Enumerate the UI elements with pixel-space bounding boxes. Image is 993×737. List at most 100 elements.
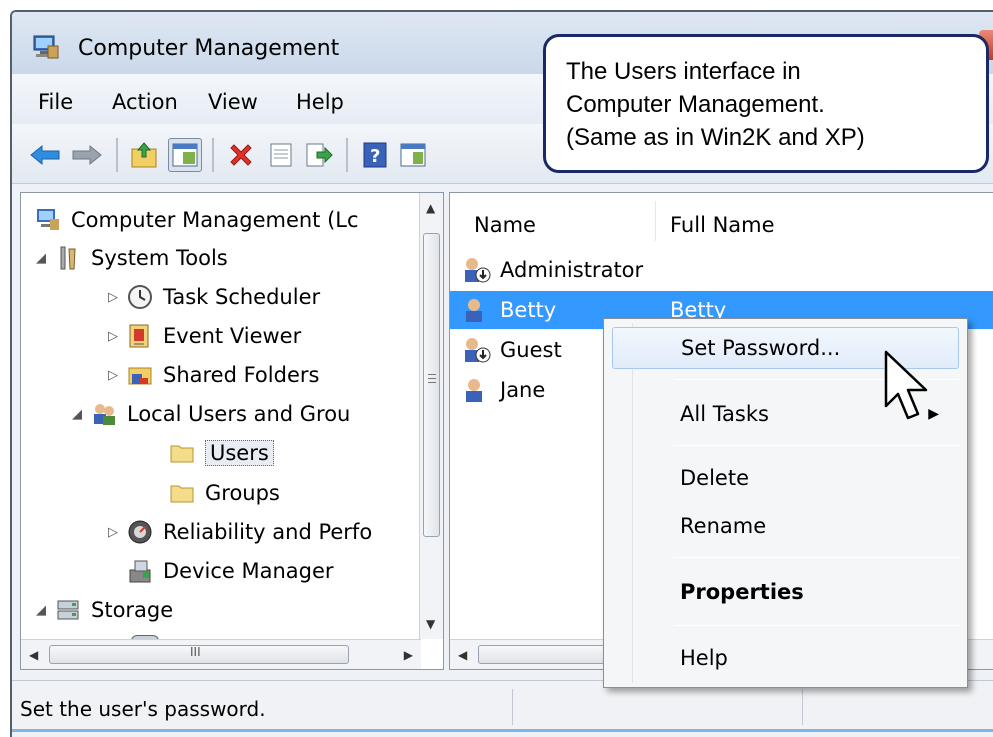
menu-item-label: Set Password... bbox=[681, 336, 841, 360]
column-divider[interactable] bbox=[655, 201, 656, 241]
toolbar-separator bbox=[212, 138, 214, 172]
tree-item-groups[interactable]: Groups bbox=[169, 480, 280, 506]
scroll-right-icon[interactable]: ▶ bbox=[404, 648, 413, 662]
context-menu-gutter bbox=[632, 323, 633, 683]
tree-item-storage[interactable]: ◢ Storage bbox=[33, 597, 173, 623]
status-text: Set the user's password. bbox=[20, 697, 266, 721]
tree-item-users[interactable]: Users bbox=[169, 440, 274, 466]
show-hide-tree-icon[interactable] bbox=[168, 138, 202, 172]
callout-note: The Users interface in Computer Manageme… bbox=[543, 34, 989, 173]
callout-line: Computer Management. bbox=[566, 91, 825, 118]
status-divider bbox=[512, 689, 513, 725]
window-bottom-edge bbox=[12, 729, 993, 732]
column-header-name[interactable]: Name bbox=[474, 213, 536, 237]
menu-help[interactable]: Help bbox=[296, 90, 344, 114]
tree-horizontal-scroll-thumb[interactable]: III bbox=[49, 645, 349, 664]
help-icon[interactable]: ? bbox=[358, 138, 392, 172]
tree-item-label: Storage bbox=[91, 598, 174, 622]
scroll-left-icon[interactable]: ◀ bbox=[458, 648, 467, 662]
delete-icon[interactable] bbox=[224, 138, 258, 172]
menu-item-label: Rename bbox=[680, 514, 767, 538]
console-tree[interactable]: Computer Management (Lc ◢ System Tools ▷… bbox=[20, 192, 444, 670]
user-icon bbox=[466, 379, 482, 402]
tree-item-label: Local Users and Grou bbox=[127, 402, 351, 426]
toolbar-separator bbox=[346, 138, 348, 172]
tree-item-label: System Tools bbox=[91, 246, 228, 270]
menu-item-properties[interactable]: Properties bbox=[612, 571, 959, 613]
user-name: Betty bbox=[500, 298, 557, 322]
up-folder-icon[interactable] bbox=[128, 138, 162, 172]
properties-icon[interactable] bbox=[264, 138, 298, 172]
tree-item-label: Computer Management (Lc bbox=[71, 208, 359, 232]
tree-vertical-scroll-thumb[interactable] bbox=[423, 233, 440, 537]
device-manager-icon bbox=[129, 560, 151, 583]
list-horizontal-scroll-thumb[interactable] bbox=[478, 645, 618, 664]
export-icon[interactable] bbox=[302, 138, 336, 172]
collapsed-arrow-icon[interactable]: ▷ bbox=[105, 525, 121, 540]
menu-item-delete[interactable]: Delete bbox=[612, 457, 959, 499]
callout-line: (Same as in Win2K and XP) bbox=[566, 124, 865, 151]
user-icon bbox=[466, 299, 482, 322]
user-row-administrator[interactable]: Administrator bbox=[450, 251, 993, 289]
back-icon[interactable] bbox=[28, 138, 62, 172]
expanded-arrow-icon[interactable]: ◢ bbox=[33, 603, 49, 618]
menu-item-rename[interactable]: Rename bbox=[612, 505, 959, 547]
window-title: Computer Management bbox=[78, 36, 340, 61]
tree-item-device-manager[interactable]: Device Manager bbox=[127, 558, 334, 584]
collapsed-arrow-icon[interactable]: ▷ bbox=[105, 329, 121, 344]
tree-item-label: Groups bbox=[205, 481, 280, 505]
expanded-arrow-icon[interactable]: ◢ bbox=[69, 407, 85, 422]
menu-item-label: Delete bbox=[680, 466, 749, 490]
user-name: Jane bbox=[500, 378, 546, 402]
tree-item-local-users-and-groups[interactable]: ◢ Local Users and Grou bbox=[69, 401, 350, 427]
tree-item-computer-management[interactable]: Computer Management (Lc bbox=[35, 207, 359, 233]
mmc-icon[interactable] bbox=[396, 138, 430, 172]
tree-horizontal-scrollbar[interactable]: ◀ III ▶ bbox=[21, 639, 421, 669]
tree-item-shared-folders[interactable]: ▷ Shared Folders bbox=[105, 362, 319, 388]
storage-icon bbox=[57, 600, 79, 620]
scroll-up-icon[interactable]: ▲ bbox=[426, 201, 435, 215]
menu-item-label: All Tasks bbox=[680, 402, 769, 426]
scroll-down-icon[interactable]: ▼ bbox=[426, 617, 435, 631]
user-name: Administrator bbox=[500, 258, 644, 282]
menu-item-label: Help bbox=[680, 646, 728, 670]
menu-view[interactable]: View bbox=[208, 90, 258, 114]
collapsed-arrow-icon[interactable]: ▷ bbox=[105, 290, 121, 305]
tree-item-reliability-and-performance[interactable]: ▷ Reliability and Perfo bbox=[105, 519, 372, 545]
status-divider bbox=[802, 689, 803, 725]
tree-item-label: Task Scheduler bbox=[163, 285, 321, 309]
menu-item-label: Properties bbox=[680, 580, 804, 604]
callout-line: The Users interface in bbox=[566, 58, 801, 85]
menu-action[interactable]: Action bbox=[112, 90, 178, 114]
tree-item-system-tools[interactable]: ◢ System Tools bbox=[33, 245, 228, 271]
computer-management-icon bbox=[33, 35, 59, 59]
collapsed-arrow-icon[interactable]: ▷ bbox=[105, 368, 121, 383]
tree-item-task-scheduler[interactable]: ▷ Task Scheduler bbox=[105, 284, 320, 310]
tree-item-event-viewer[interactable]: ▷ Event Viewer bbox=[105, 323, 301, 349]
scroll-left-icon[interactable]: ◀ bbox=[29, 648, 38, 662]
reliability-icon bbox=[128, 520, 152, 544]
expanded-arrow-icon[interactable]: ◢ bbox=[33, 251, 49, 266]
scroll-grip: III bbox=[190, 645, 201, 659]
column-header-full-name[interactable]: Full Name bbox=[670, 213, 775, 237]
menu-separator bbox=[674, 625, 959, 626]
tree-vertical-scrollbar[interactable]: ▲ ▼ bbox=[419, 193, 443, 639]
disabled-user-icon bbox=[465, 258, 491, 283]
menu-separator bbox=[674, 557, 959, 558]
users-group-icon bbox=[94, 404, 115, 425]
tree-item-label: Shared Folders bbox=[163, 363, 320, 387]
tree-item-label: Users bbox=[205, 440, 274, 466]
event-viewer-icon bbox=[129, 324, 149, 348]
svg-text:?: ? bbox=[370, 146, 380, 167]
tree-item-label: Event Viewer bbox=[163, 324, 302, 348]
menu-item-help[interactable]: Help bbox=[612, 637, 959, 679]
forward-icon[interactable] bbox=[70, 138, 104, 172]
tree-item-label: Reliability and Perfo bbox=[163, 520, 373, 544]
toolbar-separator bbox=[116, 138, 118, 172]
system-tools-icon bbox=[60, 246, 76, 270]
menu-separator bbox=[674, 445, 959, 446]
menu-file[interactable]: File bbox=[38, 90, 73, 114]
clock-icon bbox=[128, 285, 152, 309]
mouse-pointer-icon bbox=[884, 350, 928, 420]
computer-management-icon bbox=[37, 209, 59, 230]
